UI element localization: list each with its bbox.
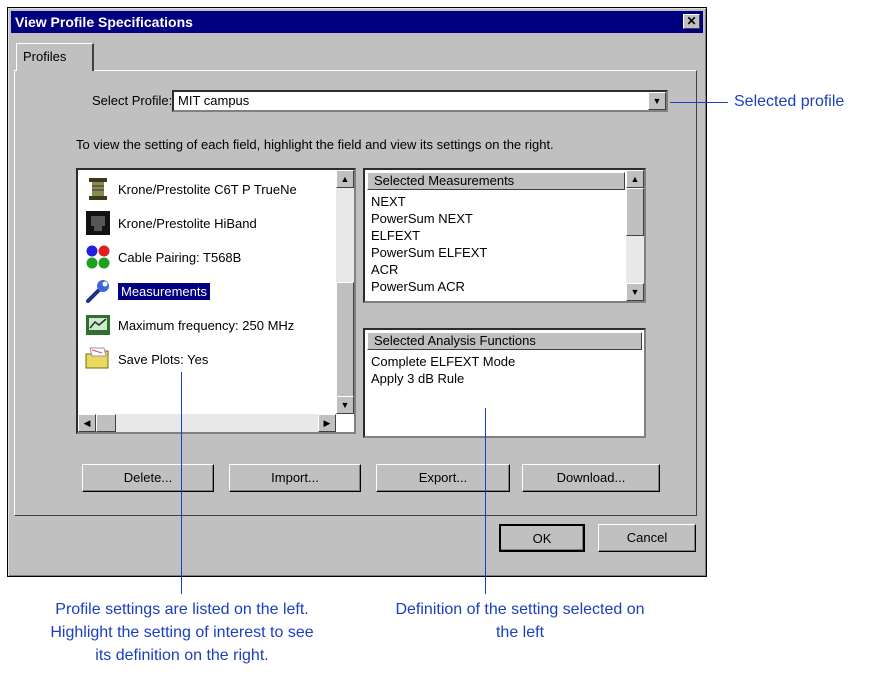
list-item[interactable]: Krone/Prestolite C6T P TrueNe xyxy=(82,174,297,204)
scroll-up-icon[interactable]: ▲ xyxy=(626,170,644,188)
delete-button[interactable]: Delete... xyxy=(82,464,214,492)
scroll-up-icon[interactable]: ▲ xyxy=(336,170,354,188)
chevron-down-icon[interactable]: ▼ xyxy=(648,92,666,110)
list-item[interactable]: ACR xyxy=(371,262,398,277)
download-button[interactable]: Download... xyxy=(522,464,660,492)
settings-vertical-scrollbar[interactable]: ▲ ▼ xyxy=(336,170,354,414)
scroll-thumb[interactable] xyxy=(336,282,354,402)
left-callout-line: Highlight the setting of interest to see xyxy=(50,624,314,641)
connector-jack-icon xyxy=(82,208,114,238)
callout-line xyxy=(670,102,728,103)
ok-button[interactable]: OK xyxy=(499,524,585,552)
select-profile-label: Select Profile: xyxy=(92,93,173,108)
export-button[interactable]: Export... xyxy=(376,464,510,492)
list-item[interactable]: Complete ELFEXT Mode xyxy=(371,354,515,369)
scroll-thumb[interactable] xyxy=(626,188,644,236)
analysis-header: Selected Analysis Functions xyxy=(367,332,642,350)
spool-icon xyxy=(82,174,114,204)
scroll-down-icon[interactable]: ▼ xyxy=(336,396,354,414)
import-button[interactable]: Import... xyxy=(229,464,361,492)
setting-label: Maximum frequency: 250 MHz xyxy=(118,317,295,333)
list-item[interactable]: Krone/Prestolite HiBand xyxy=(82,208,257,238)
left-callout: Profile settings are listed on the left.… xyxy=(22,598,342,667)
list-item[interactable]: Apply 3 dB Rule xyxy=(371,371,464,386)
list-item[interactable]: Cable Pairing: T568B xyxy=(82,242,241,272)
list-item[interactable]: PowerSum ELFEXT xyxy=(371,245,487,260)
callout-line xyxy=(485,408,486,594)
close-icon: ✕ xyxy=(686,14,697,28)
analysis-functions-list[interactable]: Selected Analysis Functions Complete ELF… xyxy=(363,328,646,438)
setting-label: Save Plots: Yes xyxy=(118,351,209,367)
scroll-down-icon[interactable]: ▼ xyxy=(626,283,644,301)
measurements-list[interactable]: Selected Measurements NEXT PowerSum NEXT… xyxy=(363,168,646,303)
hscroll-thumb[interactable] xyxy=(96,414,116,432)
callout-line xyxy=(181,372,182,594)
scroll-right-icon[interactable]: ▶ xyxy=(318,414,336,432)
right-callout-line: Definition of the setting selected on xyxy=(395,601,645,618)
frequency-meter-icon xyxy=(82,310,114,340)
selected-profile-callout: Selected profile xyxy=(734,93,845,110)
list-item[interactable]: ELFEXT xyxy=(371,228,420,243)
wrench-icon xyxy=(82,276,114,306)
left-callout-line: Profile settings are listed on the left. xyxy=(55,601,309,618)
dialog-title: View Profile Specifications xyxy=(15,14,193,30)
list-item[interactable]: Save Plots: Yes xyxy=(82,344,208,374)
cancel-button[interactable]: Cancel xyxy=(598,524,696,552)
scroll-left-icon[interactable]: ◀ xyxy=(78,414,96,432)
measurements-scrollbar[interactable]: ▲ ▼ xyxy=(626,170,644,301)
list-item[interactable]: PowerSum NEXT xyxy=(371,211,473,226)
title-bar: View Profile Specifications ✕ xyxy=(11,11,703,33)
setting-label: Measurements xyxy=(118,282,210,300)
close-button[interactable]: ✕ xyxy=(683,14,700,29)
list-item[interactable]: NEXT xyxy=(371,194,406,209)
settings-list[interactable]: Krone/Prestolite C6T P TrueNe Krone/Pres… xyxy=(76,168,356,434)
tab-profiles[interactable]: Profiles xyxy=(16,43,94,71)
measurements-header: Selected Measurements xyxy=(367,172,625,190)
right-callout: Definition of the setting selected on th… xyxy=(355,598,685,644)
list-item[interactable]: PowerSum ACR xyxy=(371,279,465,294)
profile-select-value: MIT campus xyxy=(178,93,250,108)
right-callout-line: the left xyxy=(495,624,545,641)
list-item[interactable]: Measurements xyxy=(82,276,210,306)
setting-label: Krone/Prestolite C6T P TrueNe xyxy=(118,181,297,197)
cable-pairing-dots-icon xyxy=(82,242,114,272)
setting-label: Krone/Prestolite HiBand xyxy=(118,215,257,231)
folder-icon xyxy=(82,344,114,374)
setting-label: Cable Pairing: T568B xyxy=(118,249,242,265)
instructions-text: To view the setting of each field, highl… xyxy=(76,137,554,152)
list-item[interactable]: Maximum frequency: 250 MHz xyxy=(82,310,294,340)
settings-horizontal-scrollbar[interactable]: ◀ ▶ xyxy=(78,414,336,432)
profile-select[interactable]: MIT campus ▼ xyxy=(172,90,668,112)
left-callout-line: its definition on the right. xyxy=(95,647,269,664)
